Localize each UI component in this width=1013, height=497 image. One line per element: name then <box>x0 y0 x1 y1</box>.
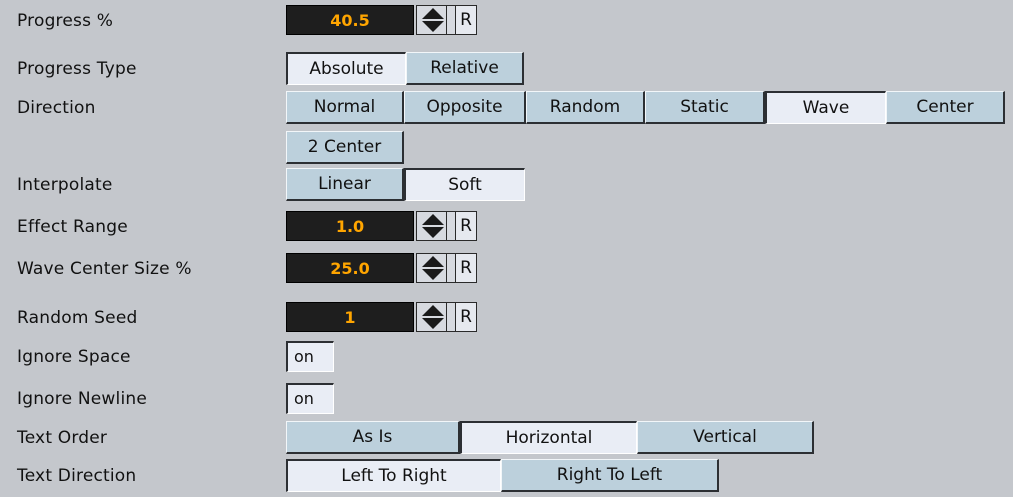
random-seed-value-field[interactable]: 1 <box>286 302 414 332</box>
row-direction: Direction Normal Opposite Random Static … <box>0 87 1013 129</box>
progress-reset-button[interactable]: R <box>456 5 477 35</box>
interpolate-linear-button[interactable]: Linear <box>286 168 404 201</box>
spinner-divider <box>446 303 447 331</box>
progress-label: Progress % <box>17 11 114 31</box>
progress-value-field[interactable]: 40.5 <box>286 5 414 35</box>
text-direction-rtl-button[interactable]: Right To Left <box>501 459 719 492</box>
wave-center-size-value-field[interactable]: 25.0 <box>286 253 414 283</box>
text-direction-label: Text Direction <box>17 466 137 486</box>
direction-static-button[interactable]: Static <box>645 91 765 124</box>
text-order-vertical-button[interactable]: Vertical <box>637 421 814 454</box>
row-progress: Progress % 40.5 R <box>0 0 1013 42</box>
row-effect-range: Effect Range 1.0 R <box>0 206 1013 248</box>
row-progress-type: Progress Type Absolute Relative <box>0 48 1013 90</box>
progress-spinner[interactable] <box>416 5 456 35</box>
random-seed-label: Random Seed <box>17 308 138 328</box>
row-ignore-newline: Ignore Newline on <box>0 378 1013 420</box>
row-random-seed: Random Seed 1 R <box>0 297 1013 339</box>
effect-range-value-field[interactable]: 1.0 <box>286 211 414 241</box>
effect-range-spinner[interactable] <box>416 211 456 241</box>
ignore-space-toggle[interactable]: on <box>286 341 334 372</box>
spin-down-arrow-icon[interactable] <box>420 269 446 282</box>
row-ignore-space: Ignore Space on <box>0 336 1013 378</box>
progress-type-label: Progress Type <box>17 59 137 79</box>
progress-type-relative-button[interactable]: Relative <box>406 52 524 85</box>
effect-range-label: Effect Range <box>17 217 128 237</box>
spin-up-arrow-icon[interactable] <box>420 304 446 317</box>
random-seed-reset-button[interactable]: R <box>456 302 477 332</box>
row-text-order: Text Order As Is Horizontal Vertical <box>0 417 1013 459</box>
effect-range-reset-button[interactable]: R <box>456 211 477 241</box>
spinner-divider <box>446 212 447 240</box>
interpolate-label: Interpolate <box>17 175 113 195</box>
row-wave-center-size: Wave Center Size % 25.0 R <box>0 248 1013 290</box>
progress-type-absolute-button[interactable]: Absolute <box>286 52 406 85</box>
spin-down-arrow-icon[interactable] <box>420 21 446 34</box>
ignore-space-label: Ignore Space <box>17 347 131 367</box>
text-direction-ltr-button[interactable]: Left To Right <box>286 459 501 492</box>
text-order-label: Text Order <box>17 428 108 448</box>
text-order-horizontal-button[interactable]: Horizontal <box>460 421 637 454</box>
row-direction-wrap: 2 Center <box>0 127 1013 169</box>
direction-random-button[interactable]: Random <box>526 91 645 124</box>
direction-normal-button[interactable]: Normal <box>286 91 404 124</box>
row-text-direction: Text Direction Left To Right Right To Le… <box>0 455 1013 497</box>
spinner-divider <box>446 254 447 282</box>
ignore-newline-toggle[interactable]: on <box>286 383 334 414</box>
direction-center-button[interactable]: Center <box>886 91 1005 124</box>
spin-down-arrow-icon[interactable] <box>420 227 446 240</box>
spin-up-arrow-icon[interactable] <box>420 7 446 20</box>
spinner-divider <box>446 6 447 34</box>
spin-down-arrow-icon[interactable] <box>420 318 446 331</box>
interpolate-soft-button[interactable]: Soft <box>404 168 525 201</box>
direction-opposite-button[interactable]: Opposite <box>404 91 526 124</box>
spin-up-arrow-icon[interactable] <box>420 255 446 268</box>
text-order-as-is-button[interactable]: As Is <box>286 421 460 454</box>
properties-panel: Progress % 40.5 R Progress Type Absolute… <box>0 0 1013 495</box>
direction-2-center-button[interactable]: 2 Center <box>286 131 404 164</box>
random-seed-spinner[interactable] <box>416 302 456 332</box>
wave-center-size-reset-button[interactable]: R <box>456 253 477 283</box>
row-interpolate: Interpolate Linear Soft <box>0 164 1013 206</box>
direction-label: Direction <box>17 98 96 118</box>
wave-center-size-label: Wave Center Size % <box>17 259 192 279</box>
direction-wave-button[interactable]: Wave <box>765 91 886 124</box>
wave-center-size-spinner[interactable] <box>416 253 456 283</box>
spin-up-arrow-icon[interactable] <box>420 213 446 226</box>
ignore-newline-label: Ignore Newline <box>17 389 148 409</box>
